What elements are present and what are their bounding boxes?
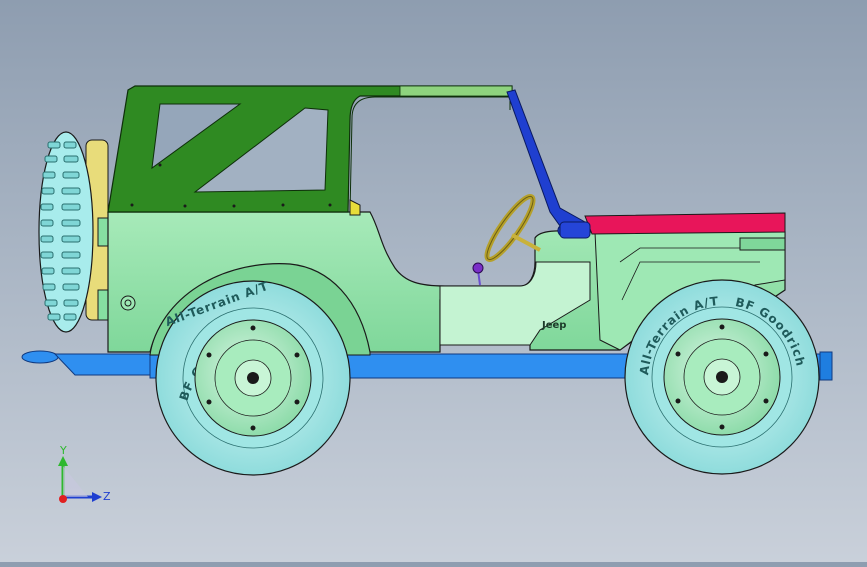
gear-lever[interactable] — [472, 262, 484, 286]
seat-edge — [349, 199, 361, 216]
hood[interactable] — [584, 212, 786, 235]
rear-wheel[interactable]: BF Goodrich All-Terrain A/T — [155, 279, 351, 476]
bumper-bracket — [739, 237, 786, 251]
roll-cage[interactable] — [107, 85, 513, 213]
fuel-cap — [120, 295, 136, 311]
cad-viewport[interactable]: Jeep BF Goodrich All-Terrain A/T BF Good… — [0, 0, 867, 562]
front-wheel[interactable]: BF Goodrich All-Terrain A/T — [624, 279, 820, 475]
steering-wheel[interactable] — [481, 192, 541, 265]
spare-tire[interactable] — [38, 131, 113, 333]
z-axis-label: Z — [103, 490, 111, 503]
axis-triad: Y Z — [58, 444, 111, 503]
windshield-frame[interactable] — [506, 89, 589, 239]
jeep-model-drawing[interactable]: Jeep BF Goodrich All-Terrain A/T BF Good… — [0, 0, 867, 562]
jeep-badge: Jeep — [541, 320, 566, 331]
y-axis-label: Y — [59, 444, 67, 457]
